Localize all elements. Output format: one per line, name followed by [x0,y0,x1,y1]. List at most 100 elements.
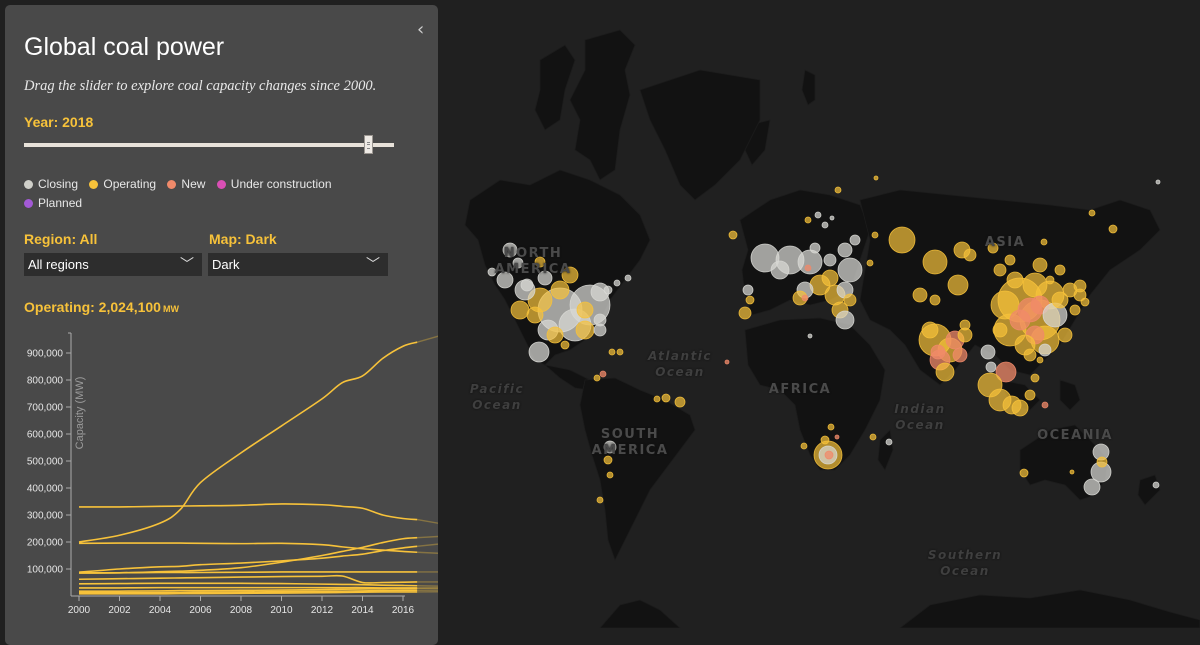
operating-plant-bubble[interactable] [662,394,670,402]
closing-plant-bubble[interactable] [594,314,606,326]
operating-plant-bubble[interactable] [675,397,685,407]
operating-plant-bubble[interactable] [1046,276,1054,284]
operating-plant-bubble[interactable] [739,307,751,319]
operating-plant-bubble[interactable] [1070,305,1080,315]
closing-plant-bubble[interactable] [838,243,852,257]
operating-plant-bubble[interactable] [805,217,811,223]
operating-plant-bubble[interactable] [872,232,878,238]
operating-plant-bubble[interactable] [1109,225,1117,233]
operating-plant-bubble[interactable] [1031,374,1039,382]
operating-plant-bubble[interactable] [729,231,737,239]
year-slider[interactable] [24,143,394,147]
region-select[interactable]: All regions ﹀ [24,253,202,276]
operating-plant-bubble[interactable] [994,264,1006,276]
operating-plant-bubble[interactable] [821,436,829,444]
closing-plant-bubble[interactable] [1039,344,1051,356]
operating-plant-bubble[interactable] [936,363,954,381]
operating-plant-bubble[interactable] [1081,298,1089,306]
new-plant-bubble[interactable] [600,371,606,377]
closing-plant-bubble[interactable] [838,258,862,282]
operating-plant-bubble[interactable] [577,302,593,318]
operating-plant-bubble[interactable] [1005,255,1015,265]
operating-plant-bubble[interactable] [1007,272,1023,288]
operating-plant-bubble[interactable] [594,375,600,381]
operating-plant-bubble[interactable] [547,327,563,343]
operating-plant-bubble[interactable] [617,349,623,355]
operating-plant-bubble[interactable] [822,270,838,286]
operating-plant-bubble[interactable] [597,497,603,503]
closing-plant-bubble[interactable] [850,235,860,245]
closing-plant-bubble[interactable] [830,216,834,220]
operating-plant-bubble[interactable] [654,396,660,402]
operating-plant-bubble[interactable] [844,294,856,306]
closing-plant-bubble[interactable] [614,280,620,286]
closing-plant-bubble[interactable] [604,286,612,294]
operating-plant-bubble[interactable] [1037,357,1043,363]
operating-plant-bubble[interactable] [607,472,613,478]
operating-plant-bubble[interactable] [835,187,841,193]
operating-plant-bubble[interactable] [874,176,878,180]
operating-plant-bubble[interactable] [576,321,594,339]
closing-plant-bubble[interactable] [1156,180,1160,184]
closing-plant-bubble[interactable] [815,212,821,218]
new-plant-bubble[interactable] [825,451,833,459]
operating-plant-bubble[interactable] [1089,210,1095,216]
closing-plant-bubble[interactable] [1153,482,1159,488]
operating-plant-bubble[interactable] [1033,258,1047,272]
operating-plant-bubble[interactable] [993,323,1007,337]
operating-plant-bubble[interactable] [1097,457,1107,467]
operating-plant-bubble[interactable] [870,434,876,440]
operating-plant-bubble[interactable] [913,288,927,302]
operating-plant-bubble[interactable] [1025,390,1035,400]
operating-plant-bubble[interactable] [930,295,940,305]
new-plant-bubble[interactable] [725,360,729,364]
operating-plant-bubble[interactable] [511,301,529,319]
closing-plant-bubble[interactable] [986,362,996,372]
new-plant-bubble[interactable] [835,435,839,439]
operating-plant-bubble[interactable] [1074,280,1086,292]
closing-plant-bubble[interactable] [810,243,820,253]
operating-plant-bubble[interactable] [561,341,569,349]
closing-plant-bubble[interactable] [822,222,828,228]
new-plant-bubble[interactable] [953,348,967,362]
operating-plant-bubble[interactable] [746,296,754,304]
closing-plant-bubble[interactable] [1084,479,1100,495]
map-style-select[interactable]: Dark ﹀ [208,253,388,276]
operating-plant-bubble[interactable] [1024,349,1036,361]
operating-plant-bubble[interactable] [1012,400,1028,416]
closing-plant-bubble[interactable] [625,275,631,281]
new-plant-bubble[interactable] [931,345,945,359]
operating-plant-bubble[interactable] [609,349,615,355]
operating-plant-bubble[interactable] [1058,328,1072,342]
collapse-panel-button[interactable]: ‹ [417,19,424,40]
operating-plant-bubble[interactable] [551,281,569,299]
new-plant-bubble[interactable] [1042,402,1048,408]
operating-plant-bubble[interactable] [801,443,807,449]
operating-plant-bubble[interactable] [1055,265,1065,275]
new-plant-bubble[interactable] [802,295,808,301]
operating-plant-bubble[interactable] [828,424,834,430]
operating-plant-bubble[interactable] [527,307,543,323]
closing-plant-bubble[interactable] [521,279,533,291]
operating-plant-bubble[interactable] [923,250,947,274]
slider-handle[interactable] [364,135,373,154]
closing-plant-bubble[interactable] [886,439,892,445]
operating-plant-bubble[interactable] [889,227,915,253]
new-plant-bubble[interactable] [805,265,811,271]
operating-plant-bubble[interactable] [1020,469,1028,477]
closing-plant-bubble[interactable] [771,261,789,279]
closing-plant-bubble[interactable] [529,342,549,362]
operating-plant-bubble[interactable] [867,260,873,266]
operating-plant-bubble[interactable] [948,275,968,295]
closing-plant-bubble[interactable] [743,285,753,295]
closing-plant-bubble[interactable] [824,254,836,266]
operating-plant-bubble[interactable] [1023,273,1047,297]
closing-plant-bubble[interactable] [836,311,854,329]
operating-plant-bubble[interactable] [922,322,938,338]
operating-plant-bubble[interactable] [1041,239,1047,245]
closing-plant-bubble[interactable] [981,345,995,359]
closing-plant-bubble[interactable] [808,334,812,338]
new-plant-bubble[interactable] [1010,310,1030,330]
operating-plant-bubble[interactable] [960,320,970,330]
operating-plant-bubble[interactable] [1070,470,1074,474]
